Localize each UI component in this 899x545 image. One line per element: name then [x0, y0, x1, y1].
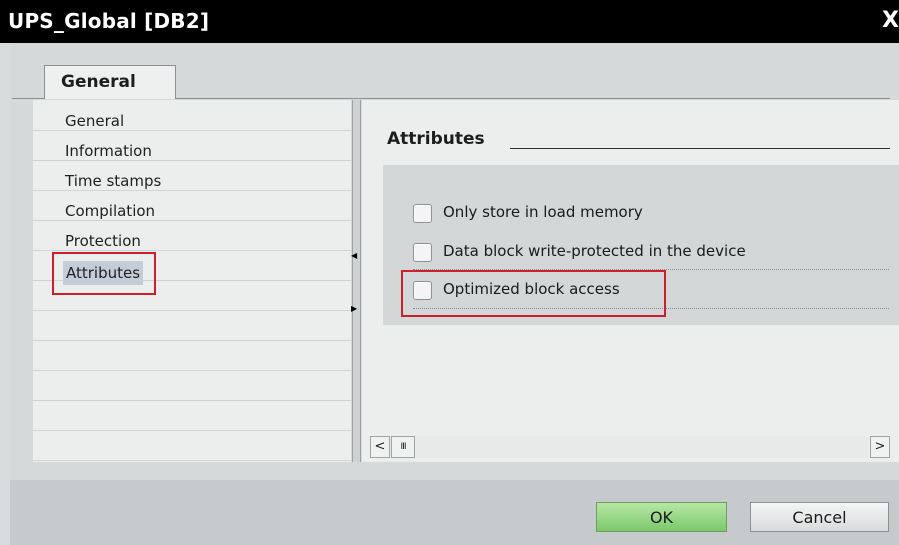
- highlight-box-optimized: [401, 270, 666, 317]
- scroll-right-icon[interactable]: >: [870, 436, 890, 458]
- section-underline: [510, 148, 890, 149]
- window-title: UPS_Global [DB2]: [8, 9, 210, 33]
- tab-general[interactable]: General: [44, 65, 176, 99]
- checkbox-box[interactable]: [413, 243, 432, 262]
- list-item: [33, 340, 351, 371]
- list-item: [33, 310, 351, 341]
- nav-item-protection[interactable]: Protection: [63, 231, 143, 251]
- section-title: Attributes: [387, 129, 485, 149]
- list-item: [33, 370, 351, 401]
- nav-item-compilation[interactable]: Compilation: [63, 201, 157, 221]
- horizontal-scrollbar[interactable]: < III >: [370, 436, 891, 460]
- scroll-track[interactable]: [416, 436, 868, 458]
- panel-splitter[interactable]: ◀ ▶: [351, 100, 361, 462]
- checkbox-label: Only store in load memory: [443, 203, 643, 221]
- ok-button[interactable]: OK: [596, 502, 727, 532]
- scroll-left-icon[interactable]: <: [370, 436, 390, 458]
- list-item: [33, 400, 351, 431]
- properties-dialog: UPS_Global [DB2] X General General Infor…: [0, 0, 899, 545]
- list-item: [33, 430, 351, 461]
- nav-item-time-stamps[interactable]: Time stamps: [63, 171, 163, 191]
- expand-right-icon[interactable]: ▶: [351, 305, 357, 313]
- checkbox-label: Data block write-protected in the device: [443, 242, 746, 260]
- tab-label: General: [61, 72, 136, 92]
- collapse-left-icon[interactable]: ◀: [351, 252, 357, 260]
- nav-item-general[interactable]: General: [63, 111, 126, 131]
- cancel-button[interactable]: Cancel: [750, 502, 889, 532]
- nav-item-information[interactable]: Information: [63, 141, 154, 161]
- highlight-box-attributes: [52, 252, 156, 295]
- close-icon[interactable]: X: [882, 8, 899, 34]
- title-bar[interactable]: UPS_Global [DB2] X: [0, 0, 899, 43]
- checkbox-box[interactable]: [413, 204, 432, 223]
- scroll-thumb[interactable]: III: [391, 436, 415, 458]
